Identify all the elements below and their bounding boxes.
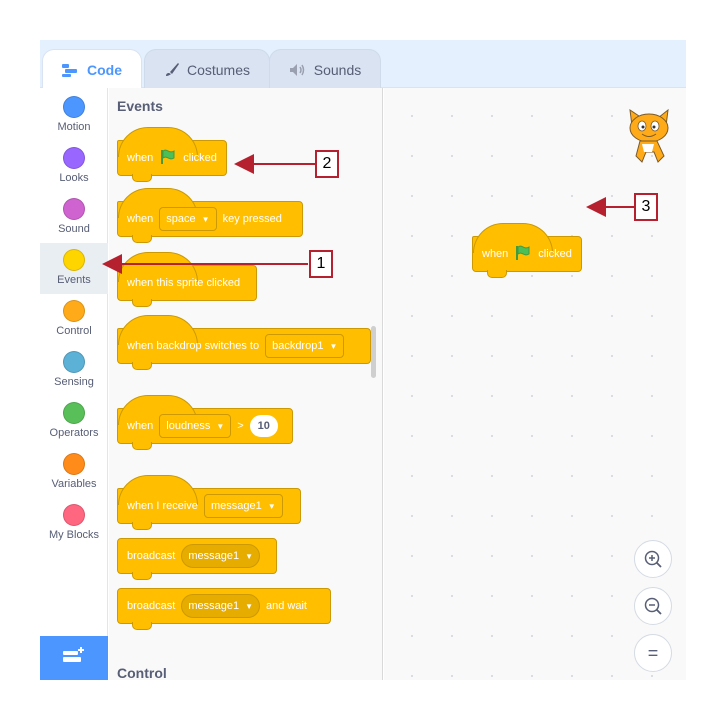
- key-dropdown-value: space: [166, 213, 196, 225]
- caret-down-icon: ▼: [329, 341, 338, 351]
- broadcast-wait-message-dropdown[interactable]: message1 ▼: [181, 594, 260, 618]
- key-pressed-text: key pressed: [222, 213, 282, 225]
- comparison-operator: >: [237, 420, 244, 432]
- block-content: when backdrop switches to backdrop1 ▼: [124, 334, 347, 358]
- block-when-text: when: [127, 213, 154, 225]
- sensor-dropdown-value: loudness: [166, 420, 211, 432]
- receive-message-dropdown[interactable]: message1 ▼: [203, 494, 283, 518]
- callout-3: 3: [634, 193, 658, 221]
- backdrop-dropdown[interactable]: backdrop1 ▼: [265, 334, 345, 358]
- sprite-clicked-text: when this sprite clicked: [127, 277, 241, 289]
- receive-message-value: message1: [210, 500, 262, 512]
- caret-down-icon: ▼: [245, 551, 253, 561]
- green-flag-icon: [159, 148, 177, 169]
- broadcast-message-dropdown[interactable]: message1 ▼: [181, 544, 260, 568]
- key-dropdown[interactable]: space ▼: [159, 207, 217, 231]
- and-wait-text: and wait: [266, 600, 307, 612]
- block-when-text: when: [482, 248, 509, 260]
- caret-down-icon: ▼: [267, 501, 276, 511]
- block-content: when this sprite clicked: [124, 277, 243, 289]
- callout-2: 2: [315, 150, 339, 178]
- block-when-text: when: [127, 152, 154, 164]
- caret-down-icon: ▼: [216, 421, 225, 431]
- block-content: when loudness ▼ > 10: [124, 414, 281, 438]
- sensor-dropdown[interactable]: loudness ▼: [159, 414, 232, 438]
- backdrop-switch-text: when backdrop switches to: [127, 340, 260, 352]
- broadcast-message-value: message1: [188, 550, 240, 562]
- block-content: when clicked: [124, 148, 220, 169]
- block-content: broadcast message1 ▼: [124, 544, 263, 568]
- caret-down-icon: ▼: [201, 214, 210, 224]
- loudness-value-input[interactable]: 10: [249, 415, 278, 437]
- broadcast-wait-message-value: message1: [188, 600, 240, 612]
- block-when-text: when: [127, 420, 154, 432]
- block-content: when clicked: [479, 244, 575, 265]
- block-content: broadcast message1 ▼ and wait: [124, 594, 310, 618]
- block-content: when I receive message1 ▼: [124, 494, 286, 518]
- green-flag-icon: [514, 244, 532, 265]
- broadcast-text: broadcast: [127, 550, 176, 562]
- callout-1: 1: [309, 250, 333, 278]
- block-content: when space ▼ key pressed: [124, 207, 285, 231]
- backdrop-dropdown-value: backdrop1: [272, 340, 324, 352]
- broadcast-wait-text: broadcast: [127, 600, 176, 612]
- annotation-arrows: [102, 154, 634, 274]
- block-clicked-text: clicked: [538, 248, 572, 260]
- caret-down-icon: ▼: [245, 601, 253, 611]
- receive-text: when I receive: [127, 500, 198, 512]
- block-clicked-text: clicked: [183, 152, 217, 164]
